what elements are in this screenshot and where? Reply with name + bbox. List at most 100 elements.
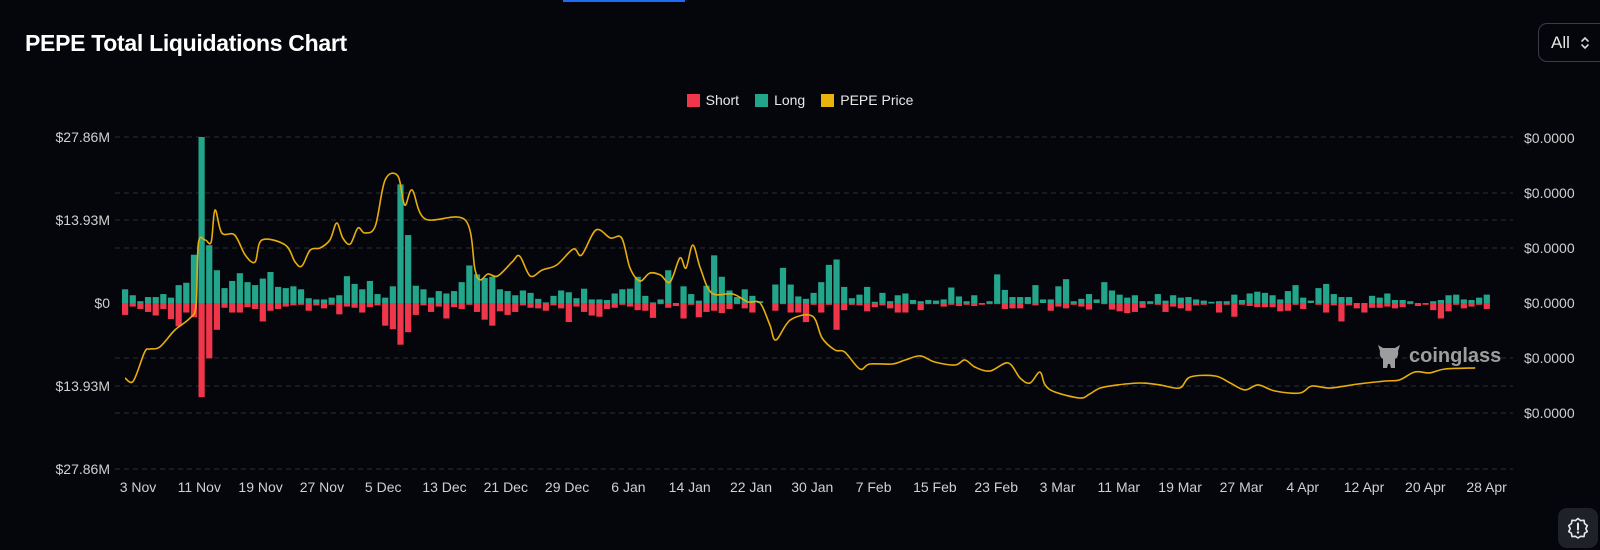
long-bar[interactable] [986, 301, 993, 303]
long-bar[interactable] [412, 285, 419, 303]
long-bar[interactable] [496, 289, 504, 303]
short-bar[interactable] [779, 303, 787, 305]
long-bar[interactable] [1346, 297, 1353, 303]
long-bar[interactable] [1238, 300, 1246, 303]
long-bar[interactable] [971, 295, 978, 303]
long-bar[interactable] [129, 295, 136, 303]
long-bar[interactable] [925, 300, 932, 303]
short-bar[interactable] [1361, 303, 1368, 313]
long-bar[interactable] [328, 297, 335, 303]
long-bar[interactable] [1330, 294, 1337, 303]
long-bar[interactable] [1009, 297, 1016, 303]
short-bar[interactable] [412, 303, 419, 315]
short-bar[interactable] [887, 303, 894, 309]
short-bar[interactable] [1047, 303, 1054, 311]
short-bar[interactable] [1414, 303, 1422, 306]
short-bar[interactable] [1277, 303, 1284, 312]
short-bar[interactable] [856, 303, 863, 306]
short-bar[interactable] [802, 303, 810, 323]
short-bar[interactable] [711, 303, 718, 311]
long-bar[interactable] [871, 301, 878, 303]
long-bar[interactable] [313, 299, 320, 303]
long-bar[interactable] [665, 270, 672, 303]
short-bar[interactable] [282, 303, 289, 307]
short-bar[interactable] [1261, 303, 1269, 308]
long-bar[interactable] [213, 270, 220, 303]
long-bar[interactable] [994, 274, 1001, 303]
long-bar[interactable] [1108, 290, 1116, 303]
long-bar[interactable] [649, 302, 657, 303]
long-bar[interactable] [1453, 294, 1460, 303]
long-bar[interactable] [435, 291, 442, 303]
long-bar[interactable] [175, 285, 182, 303]
long-bar[interactable] [1277, 299, 1284, 303]
long-bar[interactable] [688, 294, 695, 303]
long-bar[interactable] [1399, 300, 1406, 303]
short-bar[interactable] [512, 303, 519, 312]
short-bar[interactable] [1162, 303, 1169, 312]
short-bar[interactable] [389, 303, 396, 330]
long-bar[interactable] [1261, 292, 1269, 303]
short-bar[interactable] [320, 303, 328, 309]
long-bar[interactable] [779, 267, 787, 303]
short-bar[interactable] [894, 303, 901, 313]
short-bar[interactable] [1124, 303, 1131, 314]
short-bar[interactable] [902, 303, 909, 313]
short-bar[interactable] [1346, 303, 1353, 306]
short-bar[interactable] [565, 303, 572, 323]
short-bar[interactable] [397, 303, 404, 345]
short-bar[interactable] [611, 303, 618, 308]
short-bar[interactable] [1315, 303, 1322, 305]
short-bar[interactable] [1284, 303, 1291, 311]
long-bar[interactable] [527, 292, 534, 303]
short-bar[interactable] [504, 303, 511, 315]
short-bar[interactable] [466, 303, 473, 305]
short-bar[interactable] [473, 303, 481, 312]
long-bar[interactable] [825, 264, 832, 303]
short-bar[interactable] [1468, 303, 1475, 307]
short-bar[interactable] [1330, 303, 1337, 306]
short-bar[interactable] [864, 303, 871, 312]
short-bar[interactable] [1001, 303, 1008, 309]
long-bar[interactable] [229, 280, 236, 303]
long-bar[interactable] [389, 286, 396, 303]
short-bar[interactable] [1062, 303, 1070, 309]
short-bar[interactable] [290, 303, 297, 306]
short-bar[interactable] [1422, 303, 1429, 305]
short-bar[interactable] [680, 303, 687, 319]
short-bar[interactable] [619, 303, 626, 305]
long-bar[interactable] [1131, 295, 1138, 303]
long-bar[interactable] [818, 282, 825, 303]
long-bar[interactable] [558, 290, 565, 303]
short-bar[interactable] [726, 303, 733, 309]
long-bar[interactable] [1200, 300, 1207, 303]
short-bar[interactable] [1483, 303, 1490, 309]
short-bar[interactable] [244, 303, 251, 308]
long-bar[interactable] [1483, 294, 1490, 303]
short-bar[interactable] [649, 303, 657, 318]
long-bar[interactable] [221, 288, 228, 303]
long-bar[interactable] [1162, 300, 1169, 303]
long-bar[interactable] [1315, 288, 1322, 303]
long-bar[interactable] [1124, 297, 1131, 303]
long-bar[interactable] [642, 295, 649, 303]
short-bar[interactable] [542, 303, 549, 311]
short-bar[interactable] [978, 303, 985, 305]
short-bar[interactable] [932, 303, 940, 305]
long-bar[interactable] [297, 289, 305, 303]
long-bar[interactable] [1223, 301, 1230, 303]
long-bar[interactable] [894, 295, 901, 303]
long-bar[interactable] [680, 286, 687, 303]
short-bar[interactable] [1391, 303, 1399, 309]
long-bar[interactable] [1300, 297, 1307, 303]
short-bar[interactable] [420, 303, 427, 306]
long-bar[interactable] [320, 299, 328, 303]
long-bar[interactable] [1338, 297, 1345, 303]
long-bar[interactable] [428, 297, 435, 303]
short-bar[interactable] [695, 303, 702, 318]
long-bar[interactable] [1437, 300, 1444, 303]
long-bar[interactable] [619, 289, 626, 303]
short-bar[interactable] [818, 303, 825, 313]
long-bar[interactable] [512, 295, 519, 303]
short-bar[interactable] [527, 303, 534, 308]
